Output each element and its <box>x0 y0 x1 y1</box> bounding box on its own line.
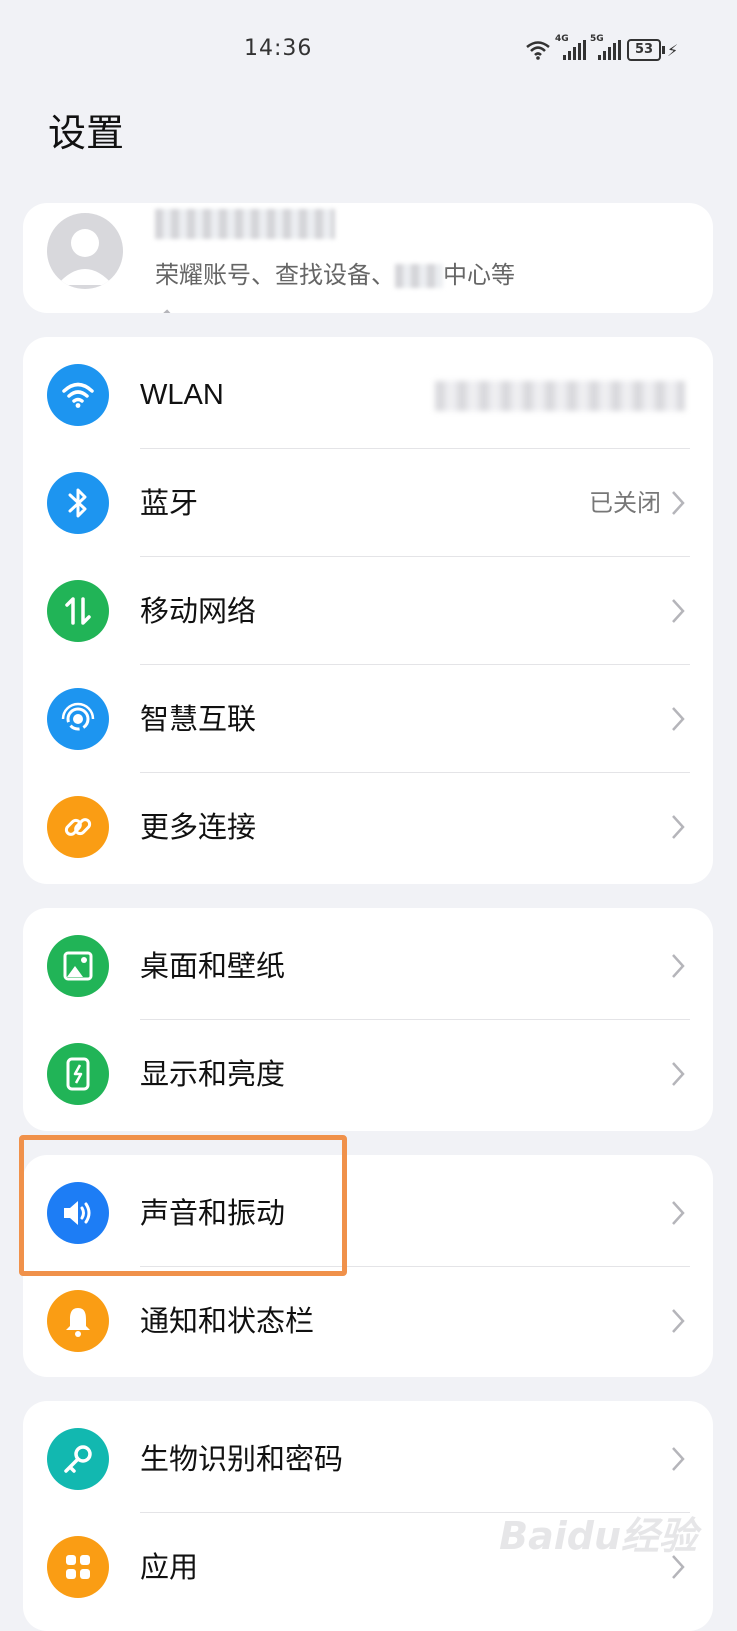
key-icon <box>47 1428 109 1490</box>
smart-connect-label: 智慧互联 <box>140 702 257 736</box>
wallpaper-icon <box>47 935 109 997</box>
account-subtitle: 荣耀账号、查找设备、 中心等 <box>155 261 515 289</box>
wifi-network-obscured <box>435 381 685 411</box>
bluetooth-row[interactable]: 蓝牙 已关闭 <box>23 449 713 557</box>
bluetooth-status: 已关闭 <box>589 489 661 517</box>
signal-4g-icon: 4G <box>555 34 586 60</box>
bluetooth-icon <box>47 472 109 534</box>
chevron-right-icon <box>672 1447 685 1471</box>
watermark: Baidu经验 <box>499 1514 697 1558</box>
mobile-network-label: 移动网络 <box>140 594 257 628</box>
page-title: 设置 <box>48 111 125 155</box>
bell-icon <box>47 1290 109 1352</box>
notification-row[interactable]: 通知和状态栏 <box>23 1267 713 1375</box>
biometrics-row[interactable]: 生物识别和密码 <box>23 1405 713 1513</box>
status-bar: 14:36 4G 5G 53 ⚡ <box>0 0 737 100</box>
apps-label: 应用 <box>140 1550 199 1584</box>
charging-icon: ⚡ <box>667 40 679 60</box>
wlan-row[interactable]: WLAN <box>23 341 713 449</box>
wallpaper-label: 桌面和壁纸 <box>140 949 286 983</box>
chevron-right-icon <box>672 1309 685 1333</box>
notification-label: 通知和状态栏 <box>140 1304 315 1338</box>
chevron-right-icon <box>672 815 685 839</box>
link-icon <box>47 796 109 858</box>
avatar <box>47 213 123 289</box>
mobile-data-icon <box>47 580 109 642</box>
mobile-network-row[interactable]: 移动网络 <box>23 557 713 665</box>
chevron-right-icon <box>672 1201 685 1225</box>
wifi-icon <box>47 364 109 426</box>
wlan-label: WLAN <box>140 379 224 411</box>
smart-connect-icon <box>47 688 109 750</box>
biometrics-label: 生物识别和密码 <box>140 1442 344 1476</box>
more-connections-row[interactable]: 更多连接 <box>23 773 713 881</box>
account-name-obscured <box>155 209 335 243</box>
display-card: 桌面和壁纸 显示和亮度 <box>23 908 713 1131</box>
smart-connect-row[interactable]: 智慧互联 <box>23 665 713 773</box>
account-card[interactable]: 荣耀账号、查找设备、 中心等 <box>23 203 713 313</box>
chevron-right-icon <box>672 707 685 731</box>
more-connections-label: 更多连接 <box>140 810 257 844</box>
highlight-box <box>19 1135 347 1276</box>
display-brightness-label: 显示和亮度 <box>140 1057 286 1091</box>
brightness-icon <box>47 1043 109 1105</box>
signal-5g-icon: 5G <box>590 34 621 60</box>
display-brightness-row[interactable]: 显示和亮度 <box>23 1020 713 1128</box>
chevron-right-icon <box>672 1062 685 1086</box>
status-icons: 4G 5G 53 ⚡ <box>525 34 678 64</box>
wifi-status-icon <box>526 41 550 60</box>
apps-icon <box>47 1536 109 1598</box>
battery-icon: 53 ⚡ <box>627 39 678 61</box>
wallpaper-row[interactable]: 桌面和壁纸 <box>23 912 713 1020</box>
connectivity-card: WLAN 蓝牙 已关闭 移动网络 智慧互联 更多连接 <box>23 337 713 884</box>
status-time: 14:36 <box>244 36 313 61</box>
bluetooth-label: 蓝牙 <box>140 486 199 520</box>
chevron-right-icon <box>672 491 685 515</box>
chevron-right-icon <box>672 599 685 623</box>
chevron-right-icon <box>672 954 685 978</box>
